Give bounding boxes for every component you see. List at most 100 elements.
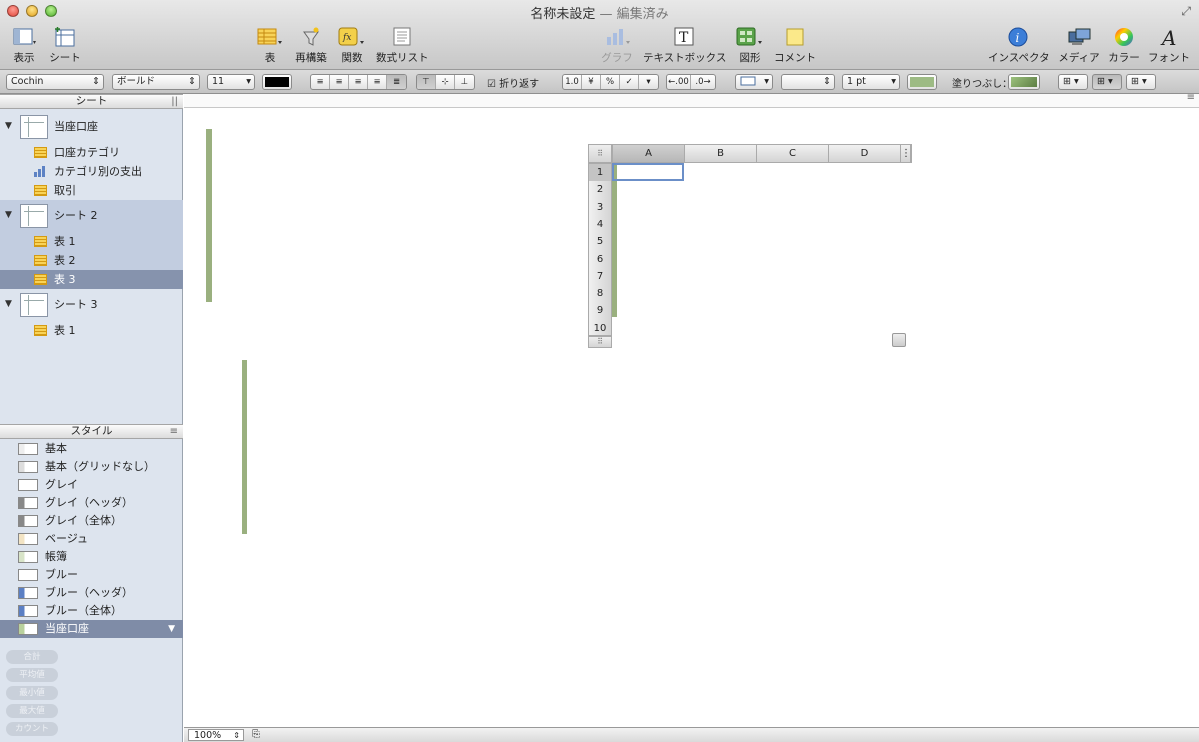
align-bottom-icon[interactable]: ⊥: [455, 75, 474, 89]
min-button[interactable]: 最小値: [6, 686, 58, 700]
count-button[interactable]: カウント: [6, 722, 58, 736]
table-cell[interactable]: [615, 224, 617, 241]
table-select-handle[interactable]: ⠿: [588, 144, 612, 163]
table-cell[interactable]: [245, 463, 247, 483]
align-right-icon[interactable]: ≡: [349, 75, 368, 89]
resize-handle-icon[interactable]: ||: [171, 95, 178, 108]
disclosure-triangle-icon[interactable]: ▼: [5, 206, 12, 225]
table-cell[interactable]: [245, 429, 247, 448]
table-cell[interactable]: [245, 498, 247, 517]
shape-button[interactable]: 図形: [736, 26, 764, 65]
column-add-handle[interactable]: ⋮: [901, 145, 911, 162]
table-cell[interactable]: [210, 266, 212, 285]
max-button[interactable]: 最大値: [6, 704, 58, 718]
column-header[interactable]: D: [829, 145, 901, 162]
row-header[interactable]: 8: [589, 285, 611, 302]
vertical-align-segment[interactable]: ⊤ ⊹ ⊥: [416, 74, 475, 90]
line-style-select[interactable]: ⇕: [781, 74, 835, 90]
ruler-menu-icon[interactable]: ≡: [1187, 92, 1195, 103]
table-item[interactable]: 表 1: [0, 321, 183, 340]
style-item[interactable]: グレイ: [0, 476, 183, 494]
style-item[interactable]: グレイ（ヘッダ）: [0, 494, 183, 512]
chart-item[interactable]: カテゴリ別の支出: [0, 162, 183, 181]
column-header[interactable]: C: [757, 145, 829, 162]
percent-format-button[interactable]: %: [601, 75, 620, 89]
number-format-button[interactable]: 1.0: [563, 75, 582, 89]
stroke-width-field[interactable]: 1 pt ▾: [842, 74, 900, 90]
comment-button[interactable]: コメント: [773, 26, 817, 65]
reorganize-button[interactable]: 再構築: [294, 26, 328, 65]
wrap-checkbox[interactable]: ☑ 折り返す: [487, 75, 539, 90]
table-cell[interactable]: [615, 208, 617, 226]
table-cell[interactable]: [245, 411, 247, 431]
table-cell[interactable]: [210, 249, 212, 268]
formula-list-button[interactable]: 数式リスト: [376, 26, 429, 65]
table-item[interactable]: 表 2: [0, 251, 183, 270]
row-header[interactable]: 10: [589, 320, 611, 337]
table-cell[interactable]: [245, 481, 247, 500]
more-format-button[interactable]: ▾: [639, 75, 658, 89]
style-item[interactable]: 当座口座 ▼: [0, 620, 183, 638]
row-header[interactable]: 9: [589, 302, 611, 319]
table-cell[interactable]: [615, 285, 617, 302]
align-center-icon[interactable]: ≡: [330, 75, 349, 89]
align-middle-icon[interactable]: ⊹: [436, 75, 455, 89]
table-cell[interactable]: [210, 163, 212, 182]
currency-format-button[interactable]: ¥: [582, 75, 601, 89]
increase-decimal-button[interactable]: .0→: [691, 75, 715, 89]
fill-color-well[interactable]: [1008, 74, 1040, 90]
textbox-button[interactable]: T テキストボックス: [643, 26, 726, 65]
table-item-selected[interactable]: 表 3: [0, 270, 183, 289]
table-style-select-3[interactable]: ⊞ ▾: [1126, 74, 1156, 90]
table-item[interactable]: 取引: [0, 181, 183, 200]
page-view-icon[interactable]: ⎘: [250, 729, 262, 741]
disclosure-triangle-icon[interactable]: ▼: [5, 117, 12, 136]
average-button[interactable]: 平均値: [6, 668, 58, 682]
column-header[interactable]: B: [685, 145, 757, 162]
colors-button[interactable]: カラー: [1108, 26, 1140, 65]
row-header[interactable]: 4: [589, 216, 611, 233]
table-cell[interactable]: [245, 394, 247, 413]
table-cell[interactable]: [615, 239, 617, 256]
table-style-select-1[interactable]: ⊞ ▾: [1058, 74, 1088, 90]
menu-icon[interactable]: ≡: [170, 425, 178, 438]
style-item[interactable]: 基本（グリッドなし）: [0, 458, 183, 476]
table-cell[interactable]: [245, 359, 247, 379]
fonts-button[interactable]: A フォント: [1147, 26, 1191, 65]
sheet-item[interactable]: ▼ シート 2: [0, 204, 183, 228]
row-header[interactable]: 2: [589, 181, 611, 198]
table-cell[interactable]: [245, 377, 247, 396]
font-style-select[interactable]: ボールド ⇕: [112, 74, 200, 90]
active-cell-A1[interactable]: [612, 163, 684, 182]
row-header[interactable]: 6: [589, 251, 611, 268]
table-cell[interactable]: [245, 446, 247, 465]
checkbox-format-button[interactable]: ✓: [620, 75, 639, 89]
table-cell[interactable]: [210, 283, 212, 302]
cell-borders-select[interactable]: ▾: [735, 74, 773, 90]
style-item[interactable]: ベージュ: [0, 530, 183, 548]
align-left-icon[interactable]: ≡: [311, 75, 330, 89]
table-cell[interactable]: [615, 270, 617, 287]
table-item[interactable]: 表 1: [0, 232, 183, 251]
table-cell[interactable]: [210, 180, 212, 199]
table-cell[interactable]: [245, 515, 247, 534]
sheet-item[interactable]: ▼ シート 3: [0, 293, 183, 317]
row-header[interactable]: 3: [589, 199, 611, 216]
table-cell[interactable]: [210, 128, 212, 148]
text-color-well[interactable]: [262, 74, 292, 90]
decrease-decimal-button[interactable]: ←.00: [667, 75, 691, 89]
canvas[interactable]: [184, 94, 1199, 727]
number-format-segment[interactable]: 1.0 ¥% ✓ ▾: [562, 74, 659, 90]
table-cell[interactable]: [210, 146, 212, 165]
disclosure-triangle-icon[interactable]: ▼: [5, 295, 12, 314]
row-header[interactable]: 5: [589, 233, 611, 250]
table-button[interactable]: 表: [257, 26, 283, 65]
function-button[interactable]: fx 関数: [338, 26, 366, 65]
chart-button[interactable]: グラフ: [600, 26, 634, 65]
sheet-button[interactable]: シート: [48, 26, 82, 65]
zoom-select[interactable]: 100%: [188, 729, 244, 741]
table-cell[interactable]: [615, 300, 617, 317]
style-item[interactable]: ブルー（ヘッダ）: [0, 584, 183, 602]
row-header[interactable]: 1: [589, 164, 611, 181]
table-resize-handle[interactable]: [892, 333, 906, 347]
